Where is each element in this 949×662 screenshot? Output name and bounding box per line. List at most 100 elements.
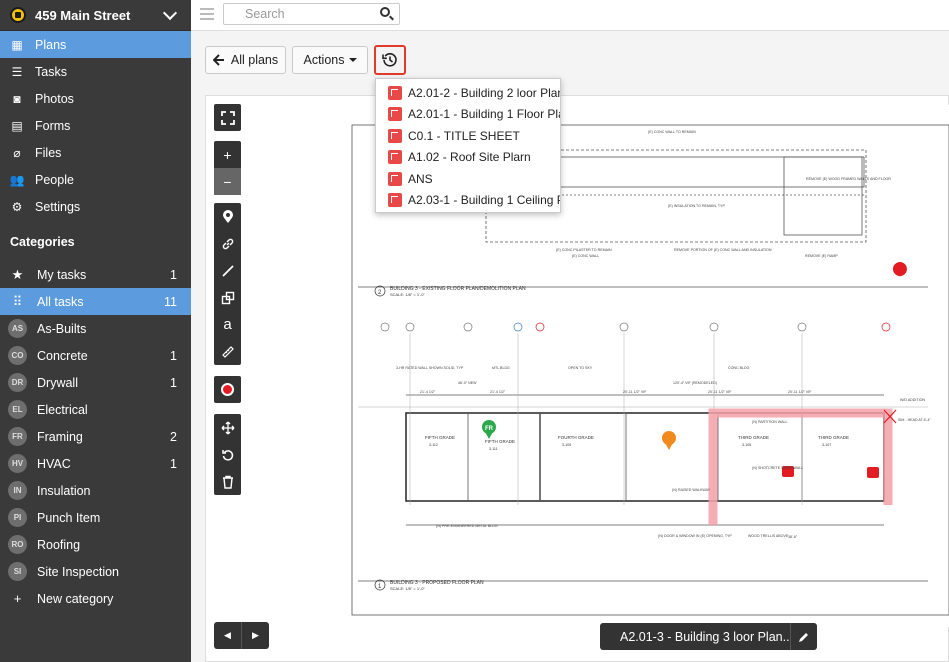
all-plans-button[interactable]: All plans: [205, 46, 286, 74]
pen-line-icon: [221, 264, 234, 277]
plan-sheet-icon: [388, 85, 402, 100]
category-item[interactable]: PI Punch Item: [0, 504, 191, 531]
nav-item-tasks[interactable]: ☰ Tasks: [0, 58, 191, 85]
room-number: 3-112: [429, 443, 438, 447]
move-arrows-icon: [221, 421, 234, 434]
undo-button[interactable]: [214, 441, 241, 468]
plans-icon: ▦: [11, 37, 23, 52]
hamburger-menu-icon[interactable]: [200, 8, 214, 23]
markup-tool-group: a: [214, 203, 241, 365]
category-badge: CO: [8, 346, 27, 365]
nav-item-settings[interactable]: ⚙ Settings: [0, 193, 191, 220]
color-picker-button[interactable]: [214, 376, 241, 403]
category-item[interactable]: DR Drywall 1: [0, 369, 191, 396]
text-tool-button[interactable]: a: [214, 311, 241, 338]
category-item[interactable]: EL Electrical: [0, 396, 191, 423]
category-count: 11: [164, 294, 177, 309]
nav-item-people[interactable]: 👥 People: [0, 166, 191, 193]
zoom-in-button[interactable]: +: [214, 141, 241, 168]
nav-item-forms[interactable]: ▤ Forms: [0, 112, 191, 139]
pan-tool-button[interactable]: [214, 414, 241, 441]
edit-sheet-button[interactable]: [790, 623, 817, 650]
category-label: Roofing: [37, 537, 81, 552]
recent-plans-button[interactable]: [374, 45, 406, 75]
recent-plan-item[interactable]: ANS: [376, 168, 560, 190]
recent-plan-label: C0.1 - TITLE SHEET: [408, 128, 520, 143]
category-item[interactable]: CO Concrete 1: [0, 342, 191, 369]
existing-wing-outline: [783, 156, 863, 236]
pin-tool-button[interactable]: [214, 203, 241, 230]
search-input[interactable]: [224, 4, 364, 24]
new-category-button[interactable]: + New category: [0, 585, 191, 612]
category-label: All tasks: [37, 294, 84, 309]
bottom-plan-scale: SCALE: 1/8" = 1'-0": [390, 586, 425, 591]
drawing-note: (N) RAISED WALKWAY: [672, 488, 711, 492]
map-pin-icon: [222, 209, 233, 223]
task-pin-badge: FR: [485, 426, 494, 432]
category-item[interactable]: IN Insulation: [0, 477, 191, 504]
zoom-out-button[interactable]: −: [214, 168, 241, 195]
category-item[interactable]: SI Site Inspection: [0, 558, 191, 585]
room-label: FIFTH GRADE: [485, 439, 515, 444]
room-label: FIFTH GRADE: [425, 435, 455, 440]
search-icon[interactable]: [380, 7, 390, 17]
category-item[interactable]: AS As-Builts: [0, 315, 191, 342]
camera-icon: ◙: [13, 91, 21, 106]
nav-item-photos[interactable]: ◙ Photos: [0, 85, 191, 112]
line-tool-button[interactable]: [214, 257, 241, 284]
category-item[interactable]: HV HVAC 1: [0, 450, 191, 477]
project-selector[interactable]: 459 Main Street: [0, 0, 191, 31]
next-sheet-button[interactable]: ▶: [242, 622, 269, 649]
drawing-note: CONC BLDG: [728, 366, 750, 370]
recent-plan-item[interactable]: A2.01-1 - Building 1 Floor Plan: [376, 104, 560, 126]
room-label: THIRD GRADE: [738, 435, 769, 440]
category-label: Framing: [37, 429, 83, 444]
star-icon: ★: [11, 266, 24, 282]
category-item[interactable]: FR Framing 2: [0, 423, 191, 450]
drawing-note: W/D ADDITION: [900, 398, 925, 402]
dimension-label: 38'-6": [788, 535, 798, 539]
shape-tool-button[interactable]: [214, 284, 241, 311]
category-item[interactable]: ⠿ All tasks 11: [0, 288, 191, 315]
text-a-icon: a: [223, 316, 232, 333]
category-item[interactable]: ★ My tasks 1: [0, 261, 191, 288]
nav-item-label: Photos: [35, 91, 74, 106]
current-sheet-bar: A2.01-3 - Building 3 loor Plan...: [600, 623, 817, 650]
recent-plans-dropdown: A2.01-2 - Building 2 loor Plans A2.01-1 -…: [375, 78, 561, 213]
category-item[interactable]: RO Roofing: [0, 531, 191, 558]
plan-sheet-icon: [388, 150, 402, 165]
current-sheet-name[interactable]: A2.01-3 - Building 3 loor Plan...: [600, 630, 790, 644]
category-badge: EL: [8, 400, 27, 419]
dimension-label: 120'-4" VIF (REMODELED): [673, 381, 717, 385]
dimension-label: 21'-4 1/2": [490, 390, 506, 394]
photo-markup-icon[interactable]: [867, 467, 879, 478]
room-number: 3-109: [562, 443, 571, 447]
ruler-icon: [221, 345, 234, 358]
dimension-label: 20'-11 1/2" VIF: [623, 390, 647, 394]
nav-item-files[interactable]: ⌀ Files: [0, 139, 191, 166]
fullscreen-button[interactable]: [214, 104, 241, 131]
room-label: THIRD GRADE: [818, 435, 849, 440]
recent-plan-label: A2.01-1 - Building 1 Floor Plan: [408, 107, 561, 122]
tasks-icon: ☰: [11, 64, 23, 79]
recent-plan-item[interactable]: A2.03-1 - Building 1 Ceiling Plan: [376, 190, 560, 212]
nav-item-label: People: [35, 172, 74, 187]
measure-tool-button[interactable]: [214, 338, 241, 365]
plus-icon: +: [13, 591, 22, 606]
actions-button[interactable]: Actions: [292, 46, 368, 74]
search-box[interactable]: [223, 3, 400, 25]
delete-button[interactable]: [214, 468, 241, 495]
previous-sheet-button[interactable]: ◀: [214, 622, 242, 649]
drawing-note: (E) CONC WALL TO REMAIN: [648, 130, 696, 134]
chevron-down-icon: [162, 5, 178, 20]
link-tool-button[interactable]: [214, 230, 241, 257]
drawing-note: (N) PARTITION WALL: [752, 420, 787, 424]
recent-plan-item[interactable]: A1.02 - Roof Site Plarn: [376, 147, 560, 169]
recent-plan-item[interactable]: C0.1 - TITLE SHEET: [376, 125, 560, 147]
nav-item-plans[interactable]: ▦ Plans: [0, 31, 191, 58]
recent-plan-item[interactable]: A2.01-2 - Building 2 loor Plans: [376, 82, 560, 104]
category-badge: RO: [8, 535, 27, 554]
category-badge: PI: [8, 508, 27, 527]
record-dot-icon: [221, 383, 234, 396]
drawing-note: (E) CONC PILASTER TO REMAIN: [556, 248, 612, 252]
